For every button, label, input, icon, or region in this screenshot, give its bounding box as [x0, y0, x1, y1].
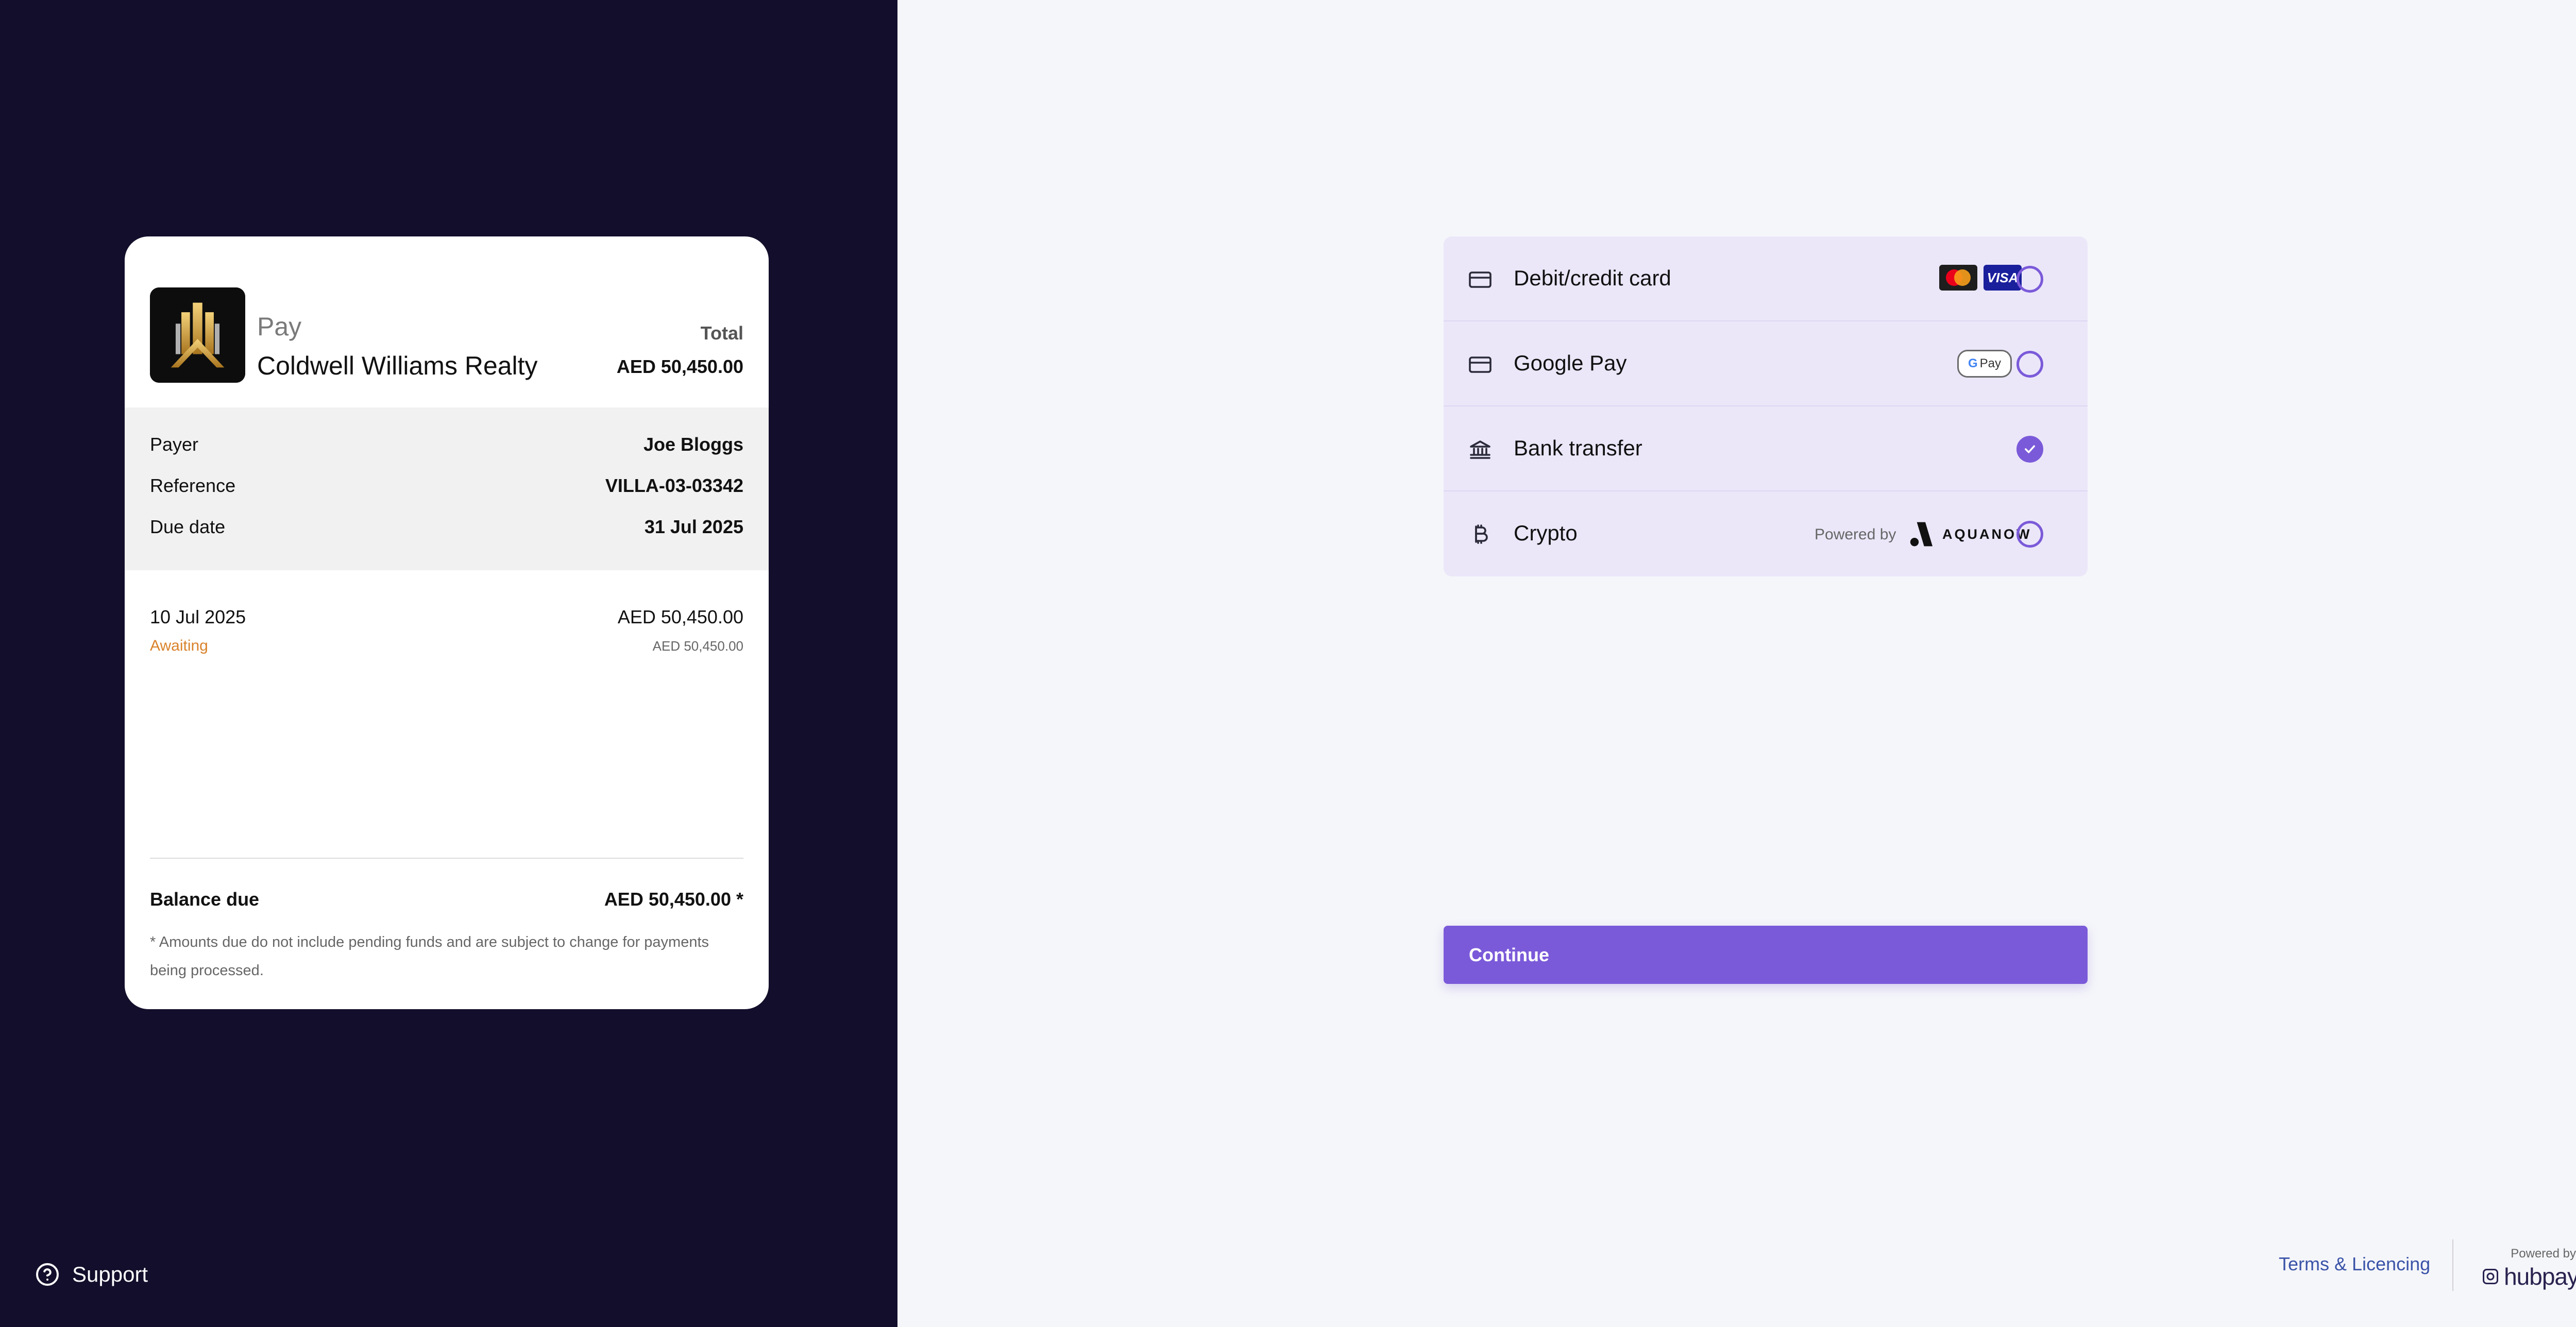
radio-crypto[interactable] [2016, 521, 2043, 548]
entry-status-badge: Awaiting [150, 637, 208, 654]
detail-label: Payer [150, 434, 199, 455]
credit-card-icon [1468, 352, 1493, 377]
continue-button[interactable]: Continue [1444, 926, 2088, 984]
detail-value: 31 Jul 2025 [644, 516, 743, 537]
entry-amount: AED 50,450.00 [617, 606, 743, 627]
payment-details: Payer Joe Bloggs Reference VILLA-03-0334… [125, 407, 769, 570]
method-label: Google Pay [1514, 351, 1627, 375]
footer-divider [2452, 1239, 2453, 1291]
pay-label: Pay [257, 312, 302, 341]
card-brand-logos: VISA [1939, 265, 2022, 291]
bank-icon [1468, 437, 1493, 462]
mastercard-logo [1939, 265, 1977, 291]
total-amount: AED 50,450.00 [616, 356, 743, 377]
detail-label: Due date [150, 516, 226, 537]
radio-card[interactable] [2016, 266, 2043, 293]
balance-due-label: Balance due [150, 889, 260, 910]
divider [150, 858, 743, 859]
detail-row-reference: Reference VILLA-03-03342 [150, 473, 743, 499]
google-pay-badge: G Pay [1957, 350, 2012, 378]
radio-google-pay[interactable] [2016, 351, 2043, 378]
entry-date: 10 Jul 2025 [150, 606, 246, 627]
entry-sub-amount: AED 50,450.00 [652, 638, 743, 654]
payment-method-bank-transfer[interactable]: Bank transfer [1444, 406, 2088, 491]
detail-row-payer: Payer Joe Bloggs [150, 432, 743, 457]
balance-note: * Amounts due do not include pending fun… [150, 934, 709, 979]
total-label: Total [700, 322, 743, 344]
method-label: Debit/credit card [1514, 266, 1671, 290]
support-link[interactable]: Support [35, 1262, 148, 1287]
order-summary-panel: Pay Coldwell Williams Realty Total AED 5… [0, 0, 897, 1327]
hubpay-wordmark: hubpay [2504, 1263, 2576, 1290]
aquanow-mark-icon [1910, 522, 1933, 547]
hubpay-mark-icon [2483, 1269, 2499, 1284]
google-g-mark: G [1968, 356, 1978, 370]
card-header: Pay Coldwell Williams Realty Total AED 5… [125, 236, 769, 407]
detail-value: Joe Bloggs [643, 434, 743, 455]
payment-method-crypto[interactable]: Crypto Powered by AQUANOW [1444, 491, 2088, 576]
payment-method-card[interactable]: Debit/credit card VISA [1444, 236, 2088, 321]
visa-logo: VISA [1984, 265, 2022, 291]
terms-licencing-link[interactable]: Terms & Licencing [2279, 1253, 2430, 1275]
help-circle-icon [36, 1263, 59, 1286]
merchant-name: Coldwell Williams Realty [257, 351, 538, 380]
aquanow-logo: AQUANOW [1907, 520, 2031, 549]
support-label: Support [72, 1262, 148, 1286]
detail-label: Reference [150, 475, 236, 496]
radio-bank-transfer[interactable] [2016, 436, 2043, 463]
detail-row-due-date: Due date 31 Jul 2025 [150, 514, 743, 540]
payment-summary-card: Pay Coldwell Williams Realty Total AED 5… [125, 236, 769, 1009]
balance-due-amount: AED 50,450.00 * [604, 889, 743, 910]
merchant-logo [150, 287, 245, 383]
bitcoin-icon [1468, 522, 1493, 547]
gpay-text: Pay [1979, 356, 2002, 370]
hubpay-logo: hubpay [2481, 1263, 2576, 1290]
powered-by-label: Powered by [1815, 526, 1896, 543]
check-icon [2025, 445, 2035, 453]
payment-method-list: Debit/credit card VISA Google Pay G Pay [1444, 236, 2088, 576]
detail-value: VILLA-03-03342 [605, 475, 743, 496]
method-label: Bank transfer [1514, 436, 1642, 460]
credit-card-icon [1468, 267, 1493, 292]
powered-by-hubpay-label: Powered by [2511, 1247, 2576, 1261]
payment-method-google-pay[interactable]: Google Pay G Pay [1444, 321, 2088, 406]
method-label: Crypto [1514, 521, 1578, 545]
